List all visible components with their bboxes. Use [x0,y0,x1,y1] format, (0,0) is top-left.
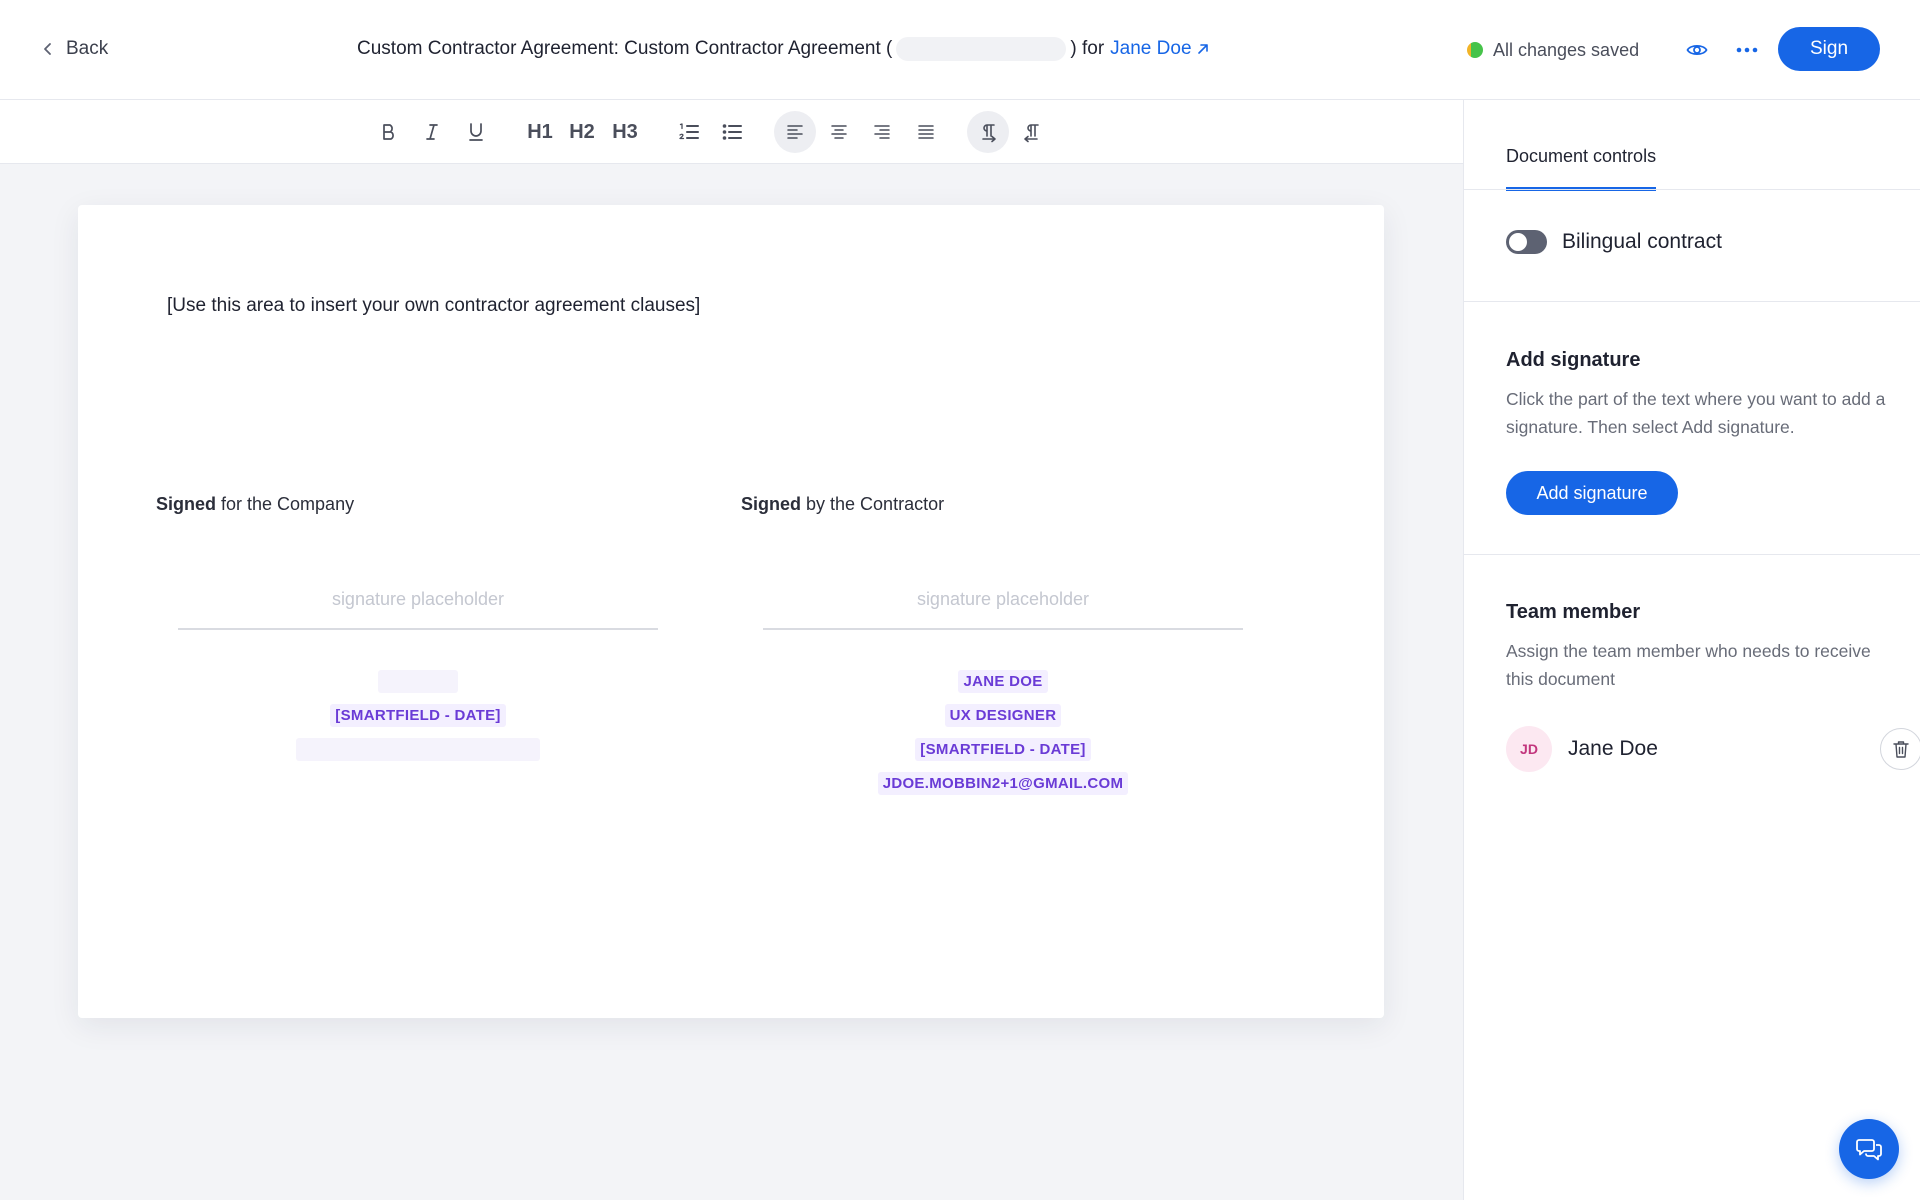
back-button[interactable]: Back [42,36,108,62]
avatar: JD [1506,726,1552,772]
document-title: Custom Contractor Agreement: Custom Cont… [357,36,1210,62]
contractor-signature-placeholder[interactable]: signature placeholder [763,589,1243,630]
clause-placeholder-text[interactable]: [Use this area to insert your own contra… [167,295,700,317]
add-signature-button[interactable]: Add signature [1506,471,1678,515]
document-page[interactable]: [Use this area to insert your own contra… [78,205,1384,1018]
contractor-date-smartfield[interactable]: [SMARTFIELD - DATE] [915,738,1091,761]
contractor-smartfields: JANE DOE UX DESIGNER [SMARTFIELD - DATE]… [763,670,1243,795]
bilingual-contract-label: Bilingual contract [1562,230,1722,253]
contractor-signed-line: Signed by the Contractor [741,494,1323,515]
company-name-smartfield-redacted [378,670,458,693]
save-status: All changes saved [1467,37,1639,63]
align-center-button[interactable] [818,111,860,153]
ltr-direction-button[interactable] [967,111,1009,153]
bullet-list-icon [722,124,742,140]
align-justify-icon [918,125,934,139]
paragraph-ltr-icon [982,124,996,143]
team-member-name: Jane Doe [1568,737,1658,760]
company-smartfields: [SMARTFIELD - DATE] [178,670,658,761]
formatting-toolbar: H1 H2 H3 [0,100,1463,164]
more-horizontal-icon [1736,47,1758,53]
company-signed-rest: for the Company [216,494,355,514]
chat-bubbles-icon [1856,1139,1882,1161]
title-suffix: ) for [1070,38,1105,59]
align-center-icon [831,125,847,139]
status-dot-icon [1467,42,1483,58]
numbered-list-button[interactable] [668,111,710,153]
recipient-link[interactable]: Jane Doe [1110,38,1209,60]
sign-button[interactable]: Sign [1778,27,1880,71]
back-label: Back [66,38,109,59]
add-signature-title: Add signature [1506,349,1641,371]
remove-member-button[interactable] [1880,728,1920,770]
bilingual-contract-toggle[interactable] [1506,230,1547,254]
company-signature-block: Signed for the Company signature placeho… [156,494,738,761]
tab-document-controls[interactable]: Document controls [1506,146,1657,191]
contractor-signature-block: Signed by the Contractor signature place… [741,494,1323,795]
tabs-divider [1464,189,1920,190]
redacted-title-segment [896,37,1067,61]
italic-button[interactable] [411,111,453,153]
contractor-email-smartfield[interactable]: JDOE.MOBBIN2+1@GMAIL.COM [877,772,1129,795]
team-member-row: JD Jane Doe [1506,726,1920,772]
chat-button[interactable] [1839,1119,1899,1179]
contractor-signed-rest: by the Contractor [801,494,945,514]
add-signature-description: Click the part of the text where you wan… [1506,389,1886,437]
heading3-button[interactable]: H3 [604,111,646,153]
eye-icon [1686,44,1708,56]
paragraph-rtl-icon [1024,124,1039,143]
company-signed-bold: Signed [156,494,217,514]
align-right-icon [874,125,890,139]
arrow-up-right-icon [1197,44,1208,54]
bold-icon [383,124,394,140]
numbered-list-icon [679,123,699,140]
team-member-title: Team member [1506,601,1641,623]
company-email-smartfield-redacted [296,738,540,761]
trash-icon [1893,741,1909,758]
contractor-name-smartfield[interactable]: JANE DOE [958,670,1048,693]
bilingual-contract-row: Bilingual contract [1506,230,1722,254]
section-divider [1464,301,1920,302]
contractor-signed-bold: Signed [741,494,802,514]
top-header: Back Custom Contractor Agreement: Custom… [0,0,1920,100]
document-controls-panel: Document controls Bilingual contract Add… [1463,100,1920,1200]
title-prefix: Custom Contractor Agreement: Custom Cont… [357,38,893,59]
preview-button[interactable] [1682,36,1712,64]
align-left-button[interactable] [774,111,816,153]
more-options-button[interactable] [1732,36,1762,64]
heading2-button[interactable]: H2 [561,111,603,153]
section-divider [1464,554,1920,555]
rtl-direction-button[interactable] [1011,111,1053,153]
italic-icon [426,124,438,140]
align-right-button[interactable] [861,111,903,153]
save-status-label: All changes saved [1493,39,1640,60]
editor-canvas: [Use this area to insert your own contra… [0,165,1463,1200]
underline-icon [469,123,483,141]
company-signed-line: Signed for the Company [156,494,738,515]
recipient-link-label: Jane Doe [1110,38,1192,59]
team-member-description: Assign the team member who needs to rece… [1506,641,1871,689]
contractor-role-smartfield[interactable]: UX DESIGNER [944,704,1062,727]
justify-button[interactable] [905,111,947,153]
bold-button[interactable] [368,111,410,153]
company-signature-placeholder[interactable]: signature placeholder [178,589,658,630]
align-left-icon [787,125,803,139]
toggle-knob [1509,233,1527,251]
chevron-left-icon [44,43,51,55]
company-date-smartfield[interactable]: [SMARTFIELD - DATE] [330,704,506,727]
bullet-list-button[interactable] [711,111,753,153]
underline-button[interactable] [455,111,497,153]
heading1-button[interactable]: H1 [519,111,561,153]
